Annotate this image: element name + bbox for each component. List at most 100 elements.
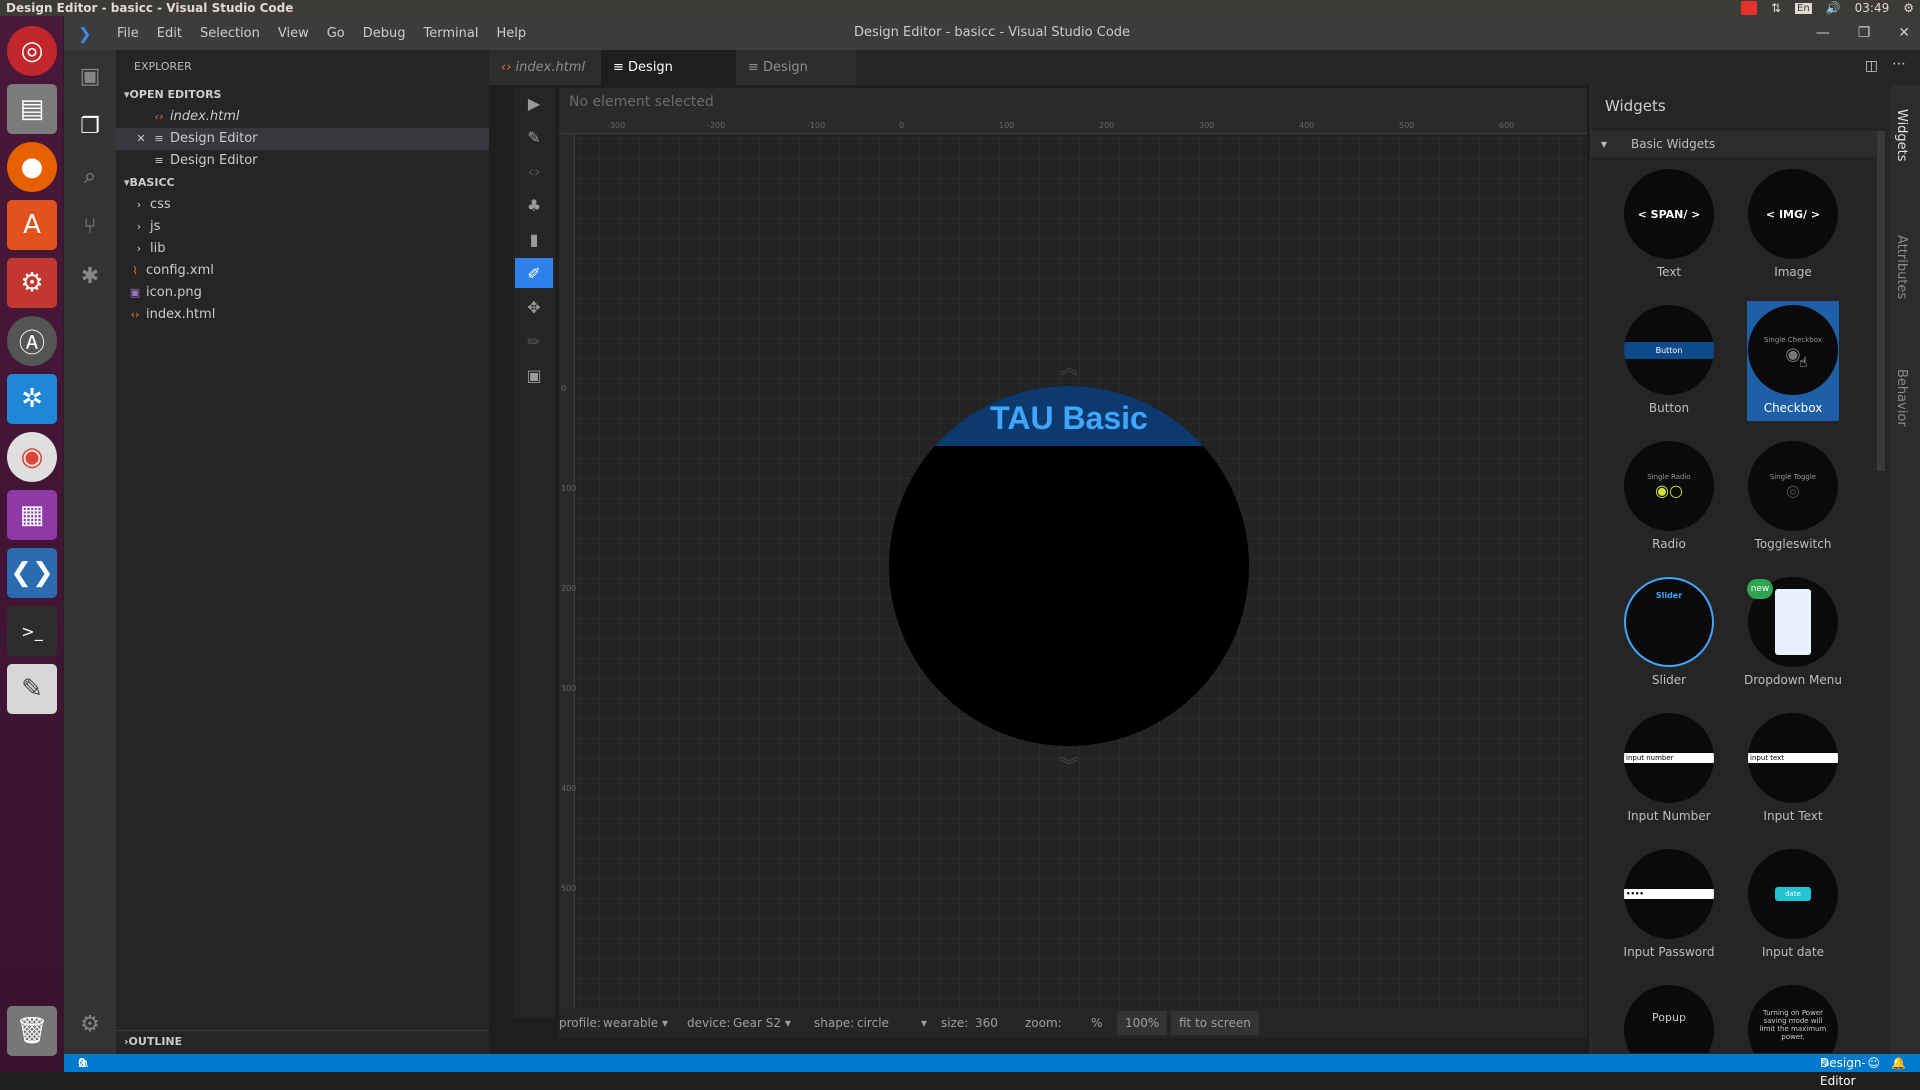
widgets-scrollbar[interactable] (1877, 131, 1885, 471)
settings-gear-icon[interactable]: ⚙ (1903, 1, 1914, 15)
text-editor-icon[interactable]: ✎ (7, 664, 57, 714)
move-icon[interactable]: ✥ (515, 292, 553, 322)
file-item[interactable]: ▣ icon.png (116, 282, 489, 304)
tizen-studio-icon[interactable]: ✲ (7, 374, 57, 424)
structure-tree-icon[interactable]: ♣ (515, 190, 553, 220)
widget-input-number[interactable]: input number Input Number (1623, 709, 1715, 829)
search-icon[interactable]: ⌕ (76, 162, 104, 190)
widget-button[interactable]: Button Button (1623, 301, 1715, 421)
size-value[interactable]: 360 (975, 1008, 998, 1038)
chrome-icon[interactable]: ◉ (7, 432, 57, 482)
widget-input-text[interactable]: input text Input Text (1747, 709, 1839, 829)
widget-input-date[interactable]: date Input date (1747, 845, 1839, 965)
menu-edit[interactable]: Edit (148, 26, 191, 41)
menu-terminal[interactable]: Terminal (415, 26, 488, 41)
widget-dropdown-menu[interactable]: new Dropdown Menu (1744, 573, 1842, 693)
page-title[interactable]: TAU Basic (889, 400, 1249, 437)
folder-item[interactable]: › css (116, 194, 489, 216)
tab-widgets[interactable]: Widgets (1894, 109, 1909, 162)
vscode-icon[interactable]: ❮❯ (7, 548, 57, 598)
open-editors-section[interactable]: ▾OPEN EDITORS (116, 84, 489, 106)
widget-slider[interactable]: Slider Slider (1623, 573, 1715, 693)
firefox-icon[interactable]: ● (7, 142, 57, 192)
network-icon[interactable]: ⇅ (1771, 1, 1781, 15)
basic-widgets-category[interactable]: ▾ Basic Widgets (1591, 131, 1881, 157)
fit-to-screen-button[interactable]: fit to screen (1171, 1011, 1259, 1035)
toggle-widget-preview: Single Toggle ◎ (1748, 441, 1838, 531)
widget-input-password[interactable]: •••• Input Password (1623, 845, 1715, 965)
feedback-smiley-icon[interactable]: ☺ (1867, 1054, 1880, 1072)
volume-icon[interactable]: 🔊 (1826, 1, 1841, 15)
widget-popup-toast[interactable]: Turning on Power saving mode will limit … (1747, 981, 1839, 1053)
record-indicator-icon[interactable] (1740, 1, 1757, 15)
folder-item[interactable]: › js (116, 216, 489, 238)
restore-icon[interactable]: ❐ (1858, 25, 1871, 41)
explorer-header: EXPLORER (134, 60, 192, 73)
widget-popup[interactable]: Popup (1623, 981, 1715, 1053)
tab-behavior[interactable]: Behavior (1894, 369, 1909, 427)
widget-toggleswitch[interactable]: Single Toggle ◎ Toggleswitch (1747, 437, 1839, 557)
notifications-bell-icon[interactable]: 🔔 (1891, 1054, 1906, 1072)
dropdown-list-icon (1775, 589, 1811, 655)
shape-select[interactable]: circle ▾ (857, 1008, 927, 1038)
explorer-icon[interactable]: ❐ (76, 112, 104, 140)
remote-explorer-icon[interactable]: ▣ (76, 62, 104, 90)
open-editor-item[interactable]: ‹› index.html (116, 106, 489, 128)
folder-item[interactable]: › lib (116, 238, 489, 260)
widget-checkbox[interactable]: Single Checkbox ◉ Checkbox ☝ (1747, 301, 1839, 421)
device-settings-bar: profile: wearable ▾ device: Gear S2 ▾ sh… (559, 1008, 1587, 1038)
software-updater-icon[interactable]: Ⓐ (7, 316, 57, 366)
menu-file[interactable]: File (108, 26, 148, 41)
edit-design-icon[interactable]: ✐ (515, 258, 553, 288)
ubuntu-dash-icon[interactable]: ◎ (7, 26, 57, 76)
zoom-100-button[interactable]: 100% (1117, 1011, 1168, 1035)
tab-design-editor[interactable]: ≡ Design Editor (736, 50, 856, 110)
code-icon[interactable]: ‹› (515, 156, 553, 186)
profile-select[interactable]: wearable ▾ (603, 1008, 668, 1038)
trash-icon[interactable]: 🗑 (7, 1006, 57, 1056)
debug-icon[interactable]: ✱ (76, 262, 104, 290)
menu-view[interactable]: View (269, 26, 318, 41)
more-actions-icon[interactable]: ⋯ (1892, 56, 1906, 72)
device-preview-circle[interactable]: TAU Basic (889, 386, 1249, 746)
tab-attributes[interactable]: Attributes (1894, 235, 1909, 299)
vertical-ruler: 0 100 200 300 400 500 (559, 134, 576, 1008)
brush-icon[interactable]: ✎ (515, 122, 553, 152)
split-editor-icon[interactable]: ◫ (1865, 58, 1878, 74)
open-editor-item[interactable]: ✕ ≡ Design Editor (116, 128, 489, 150)
close-icon[interactable]: ✕ (134, 128, 148, 150)
save-icon[interactable]: ▣ (515, 360, 553, 390)
software-center-icon[interactable]: A (7, 200, 57, 250)
widget-text[interactable]: < SPAN/ > Text (1623, 165, 1715, 285)
run-preview-icon[interactable]: ▶ (515, 88, 553, 118)
keyboard-layout-indicator[interactable]: En (1795, 2, 1812, 14)
menu-debug[interactable]: Debug (354, 26, 415, 41)
menu-go[interactable]: Go (318, 26, 354, 41)
widget-image[interactable]: < IMG/ > Image (1747, 165, 1839, 285)
minimize-icon[interactable]: — (1816, 25, 1830, 41)
open-editor-item[interactable]: ≡ Design Editor (116, 150, 489, 172)
clock[interactable]: 03:49 (1855, 1, 1890, 15)
terminal-icon[interactable]: >_ (7, 606, 57, 656)
close-window-icon[interactable]: ✕ (1898, 25, 1910, 41)
system-settings-icon[interactable]: ⚙ (7, 258, 57, 308)
project-section[interactable]: ▾BASICC (116, 172, 489, 194)
source-control-icon[interactable]: ⑂ (76, 212, 104, 240)
tab-index-html[interactable]: ‹› index.html (489, 50, 601, 85)
menu-selection[interactable]: Selection (191, 26, 269, 41)
files-icon[interactable]: ▤ (7, 84, 57, 134)
tab-design-editor-active[interactable]: ≡ Design Editor✕ (601, 50, 736, 110)
manage-gear-icon[interactable]: ⚙ (76, 1010, 104, 1038)
widget-radio[interactable]: Single Radio ◉○ Radio (1623, 437, 1715, 557)
menu-help[interactable]: Help (487, 26, 535, 41)
device-label: device: (687, 1016, 731, 1030)
pencil-icon[interactable]: ✏ (515, 326, 553, 356)
device-select[interactable]: Gear S2 ▾ (733, 1008, 791, 1038)
checkbox-widget-preview: Single Checkbox ◉ (1748, 305, 1838, 395)
widgets-panel: Widgets ▾ Basic Widgets < SPAN/ > Text < … (1590, 85, 1890, 1054)
outline-section[interactable]: ›OUTLINE (116, 1030, 489, 1052)
file-item[interactable]: ‹› index.html (116, 304, 489, 326)
emulator-manager-icon[interactable]: ▦ (7, 490, 57, 540)
page-icon[interactable]: ▮ (515, 224, 553, 254)
file-item[interactable]: ⌇ config.xml (116, 260, 489, 282)
